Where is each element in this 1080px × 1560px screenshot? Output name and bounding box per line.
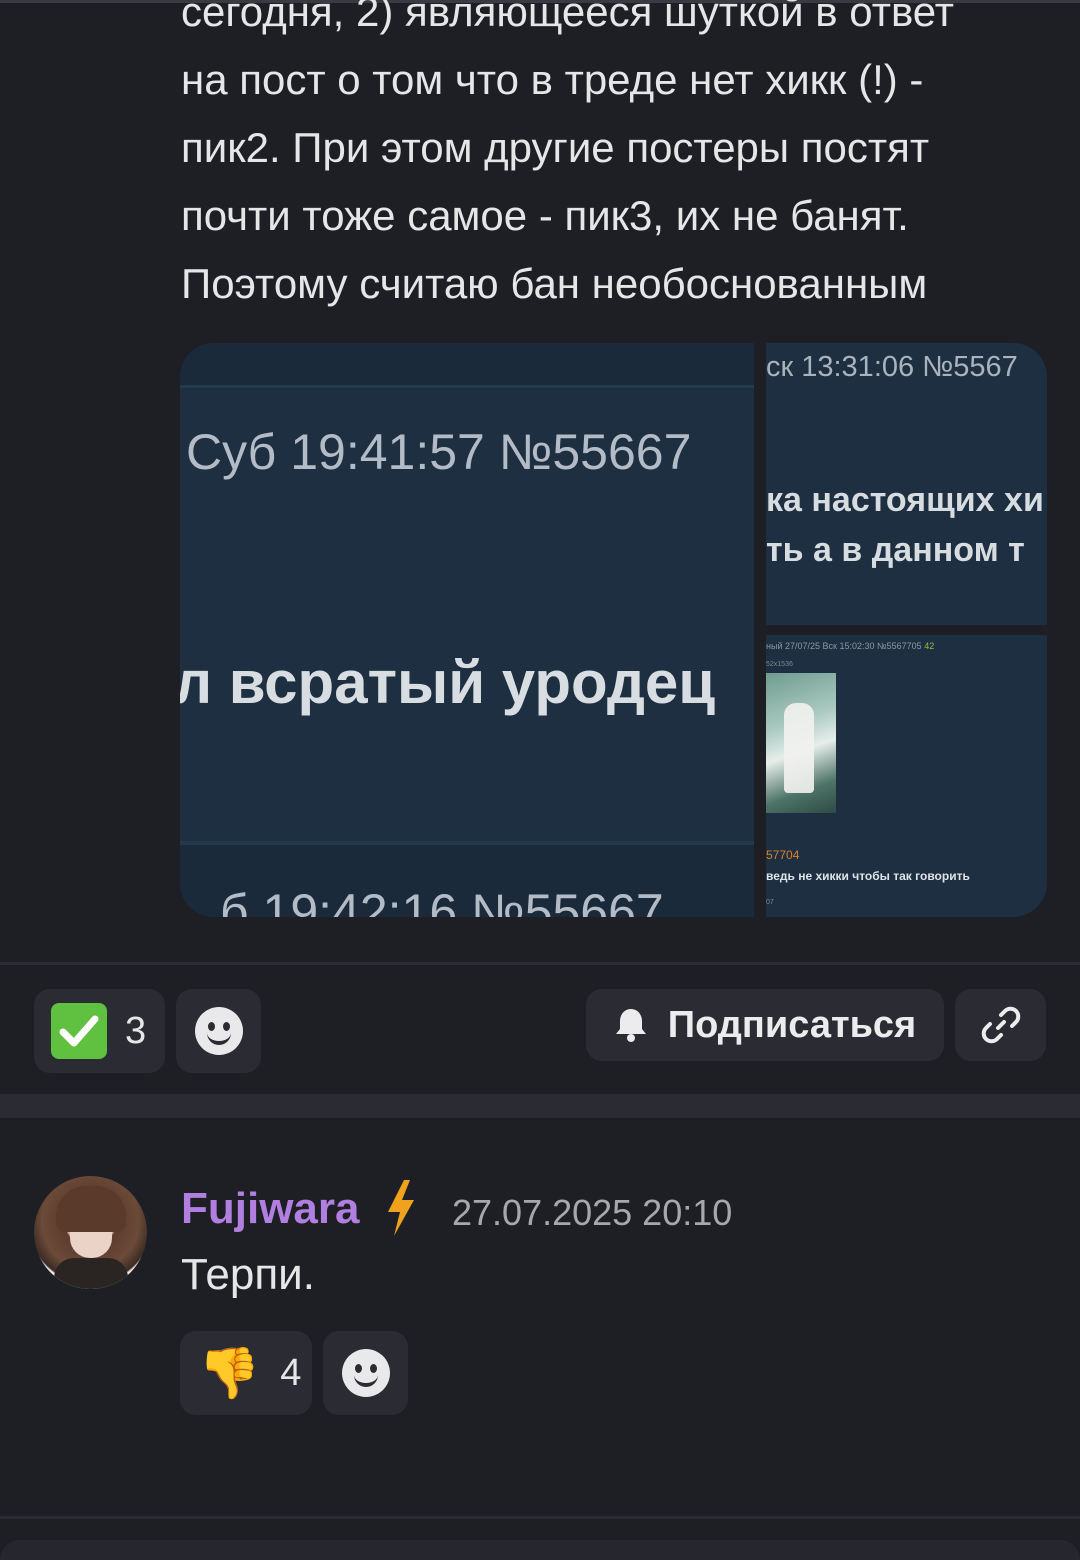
image-text-line: Суб 19:41:57 №55667	[186, 424, 692, 480]
image-text-line: л всратый уродец	[180, 649, 716, 716]
link-icon	[981, 1006, 1020, 1044]
image-reply-link: 57704	[766, 848, 800, 862]
divider	[0, 1516, 1080, 1519]
image-tiny-label: 07	[766, 899, 774, 906]
check-mark-icon	[51, 1003, 107, 1059]
image-size-label: 52х1536	[766, 661, 793, 668]
comment-timestamp: 27.07.2025 20:10	[452, 1192, 733, 1233]
copy-link-button[interactable]	[955, 989, 1046, 1061]
thumbs-down-icon: 👎	[198, 1345, 261, 1401]
section-divider	[0, 1094, 1080, 1118]
attached-image-3[interactable]: ный 27/07/25 Вск 15:02:30 №5567705 42 52…	[766, 635, 1047, 917]
divider	[0, 962, 1080, 965]
reaction-thumbs-down-button[interactable]: 👎 4	[180, 1331, 312, 1415]
image-message: ведь не хикки чтобы так говорить	[766, 869, 970, 883]
attached-image-2[interactable]: ск 13:31:06 №5567 ка настоящих хи ть а в…	[766, 343, 1047, 625]
add-reaction-button[interactable]	[323, 1331, 408, 1415]
post-image-gallery: Суб 19:41:57 №55667 л всратый уродец б 1…	[180, 343, 1047, 917]
image-text-line: б 19:42:16 №55667	[220, 884, 664, 917]
subscribe-button[interactable]: Подписаться	[586, 989, 944, 1061]
lightning-icon	[388, 1180, 414, 1236]
reaction-count: 4	[280, 1351, 302, 1394]
smiley-icon	[341, 1349, 390, 1397]
image-text-line: ск 13:31:06 №5567	[766, 351, 1018, 383]
attached-image-1[interactable]: Суб 19:41:57 №55667 л всратый уродец б 1…	[180, 343, 754, 917]
subscribe-label: Подписаться	[667, 1003, 917, 1046]
add-reaction-button[interactable]	[176, 989, 261, 1073]
image-text-block: ка настоящих хи ть а в данном т	[766, 481, 1044, 569]
post-body-text: сегодня, 2) являющееся шуткой в ответ на…	[181, 0, 955, 307]
anime-thumbnail	[766, 673, 836, 813]
reaction-count: 3	[125, 1009, 147, 1052]
smiley-icon	[194, 1007, 243, 1055]
reaction-check-button[interactable]: 3	[34, 989, 165, 1073]
comment-text: Терпи.	[181, 1250, 315, 1299]
next-comment-card	[0, 1540, 1080, 1560]
avatar[interactable]	[34, 1176, 147, 1289]
bell-icon	[615, 1009, 646, 1042]
comment-username[interactable]: Fujiwara	[181, 1184, 360, 1234]
image-post-meta: ный 27/07/25 Вск 15:02:30 №5567705 42	[766, 641, 935, 651]
